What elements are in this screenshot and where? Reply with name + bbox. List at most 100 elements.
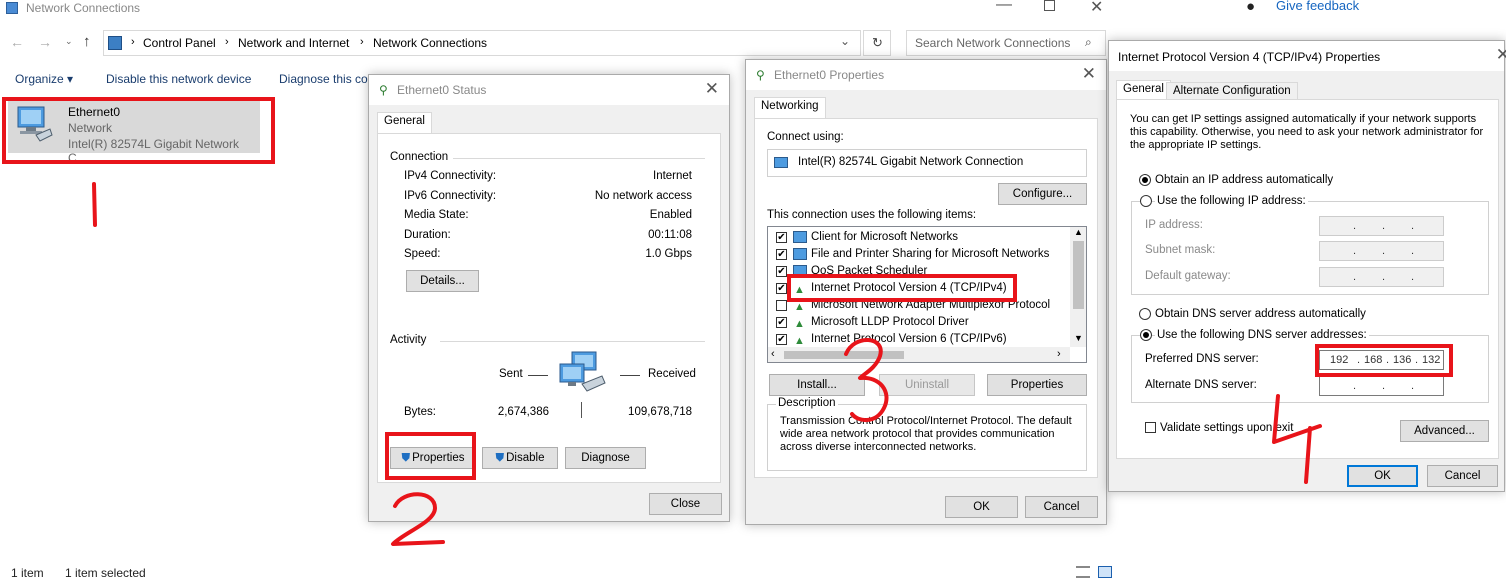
disable-button[interactable]: ⛊ Disable xyxy=(482,447,558,469)
close-icon[interactable]: ✕ xyxy=(705,79,719,99)
status-general-panel: Connection IPv4 Connectivity: Internet I… xyxy=(377,133,721,483)
ok-button[interactable]: OK xyxy=(1347,465,1418,487)
details-button[interactable]: Details... xyxy=(406,270,479,292)
search-input[interactable]: Search Network Connections xyxy=(915,36,1070,50)
vertical-scrollbar[interactable]: ▲ ▼ xyxy=(1070,227,1086,347)
disable-device-button[interactable]: Disable this network device xyxy=(106,72,251,86)
properties-dialog-title: Ethernet0 Properties xyxy=(774,68,885,82)
close-window-button[interactable]: ✕ xyxy=(1090,0,1103,17)
recent-chevron-icon[interactable]: ⌄ xyxy=(65,36,73,47)
subnet-mask-field: ... xyxy=(1319,241,1444,261)
validate-checkbox[interactable] xyxy=(1145,422,1156,433)
give-feedback-link[interactable]: Give feedback xyxy=(1276,0,1359,13)
breadcrumb-network-connections[interactable]: Network Connections xyxy=(373,36,487,50)
close-icon[interactable]: ✕ xyxy=(1496,45,1506,65)
search-box[interactable]: Search Network Connections ⌕ xyxy=(906,30,1106,56)
component-checkbox[interactable]: ✔ xyxy=(776,249,787,260)
sent-label: Sent xyxy=(499,368,523,380)
ipv4-connectivity-value: Internet xyxy=(653,170,692,182)
ip-address-field: ... xyxy=(1319,216,1444,236)
annotation-number-1 xyxy=(92,182,97,227)
breadcrumb-separator-icon: › xyxy=(131,36,135,48)
list-item[interactable]: ✔ ▲ Microsoft LLDP Protocol Driver xyxy=(768,314,1068,331)
scroll-up-icon[interactable]: ▲ xyxy=(1074,227,1083,237)
scroll-left-icon[interactable]: ‹ xyxy=(771,348,775,360)
obtain-dns-radio[interactable] xyxy=(1139,308,1151,320)
use-ip-radio[interactable] xyxy=(1140,195,1152,207)
description-text: Transmission Control Protocol/Internet P… xyxy=(780,415,1072,453)
component-checkbox[interactable]: ✔ xyxy=(776,232,787,243)
duration-value: 00:11:08 xyxy=(648,229,692,241)
tab-alternate-configuration[interactable]: Alternate Configuration xyxy=(1166,82,1298,100)
control-panel-icon xyxy=(108,36,122,50)
connection-header: Connection xyxy=(390,151,449,163)
tab-general[interactable]: General xyxy=(377,112,432,134)
list-item[interactable]: ✔ Client for Microsoft Networks xyxy=(768,229,1068,246)
use-ip-label[interactable]: Use the following IP address: xyxy=(1155,195,1308,207)
obtain-ip-label[interactable]: Obtain an IP address automatically xyxy=(1155,174,1333,186)
horizontal-scrollbar[interactable]: ‹ › xyxy=(768,347,1070,362)
breadcrumb-separator-icon: › xyxy=(225,36,229,48)
annotation-box-dns xyxy=(1315,344,1453,377)
scroll-thumb[interactable] xyxy=(1073,241,1084,309)
address-dropdown-icon[interactable]: ⌄ xyxy=(840,34,850,48)
component-checkbox[interactable]: ✔ xyxy=(776,283,787,294)
tab-networking[interactable]: Networking xyxy=(754,97,826,119)
activity-computers-icon xyxy=(558,350,608,394)
window-icon xyxy=(6,2,18,14)
scroll-right-icon[interactable]: › xyxy=(1057,348,1061,360)
list-item[interactable]: ✔ File and Printer Sharing for Microsoft… xyxy=(768,246,1068,263)
ipv6-connectivity-value: No network access xyxy=(594,190,692,202)
diagnose-button[interactable]: Diagnose xyxy=(565,447,646,469)
component-properties-button[interactable]: Properties xyxy=(987,374,1087,396)
scroll-down-icon[interactable]: ▼ xyxy=(1074,333,1083,343)
maximize-button[interactable] xyxy=(1044,0,1055,11)
client-icon xyxy=(793,231,807,243)
use-dns-label[interactable]: Use the following DNS server addresses: xyxy=(1155,329,1369,341)
back-icon[interactable]: ← xyxy=(10,34,24,50)
list-item[interactable]: ✔ ▲ Internet Protocol Version 6 (TCP/IPv… xyxy=(768,331,1068,348)
default-gateway-label: Default gateway: xyxy=(1145,270,1231,282)
details-view-icon[interactable] xyxy=(1076,566,1090,578)
tab-general[interactable]: General xyxy=(1116,80,1171,100)
address-bar[interactable]: › Control Panel › Network and Internet ›… xyxy=(103,30,861,56)
up-icon[interactable]: ↑ xyxy=(83,33,91,50)
protocol-icon: ▲ xyxy=(794,318,805,330)
component-checkbox[interactable]: ✔ xyxy=(776,266,787,277)
alternate-dns-label: Alternate DNS server: xyxy=(1145,379,1257,391)
component-checkbox[interactable]: ✔ xyxy=(776,334,787,345)
forward-icon[interactable]: → xyxy=(38,34,52,50)
configure-button[interactable]: Configure... xyxy=(998,183,1087,205)
alternate-dns-field[interactable]: ... xyxy=(1319,376,1444,396)
bytes-sent-value: 2,674,386 xyxy=(497,406,549,418)
annotation-number-3 xyxy=(844,338,889,422)
minimize-button[interactable]: — xyxy=(996,0,1012,14)
obtain-ip-radio[interactable] xyxy=(1139,174,1151,186)
close-icon[interactable]: ✕ xyxy=(1082,64,1096,84)
component-checkbox[interactable] xyxy=(776,300,787,311)
breadcrumb-separator-icon: › xyxy=(360,36,364,48)
organize-menu[interactable]: Organize ▾ xyxy=(15,72,73,86)
refresh-button[interactable]: ↻ xyxy=(863,30,891,56)
large-icons-view-icon[interactable] xyxy=(1098,566,1112,578)
use-dns-radio[interactable] xyxy=(1140,329,1152,341)
duration-label: Duration: xyxy=(404,229,451,241)
cancel-button[interactable]: Cancel xyxy=(1025,496,1098,518)
annotation-number-2 xyxy=(391,492,445,546)
breadcrumb-network-internet[interactable]: Network and Internet xyxy=(238,36,349,50)
subnet-mask-label: Subnet mask: xyxy=(1145,244,1216,256)
ip-address-label: IP address: xyxy=(1145,219,1203,231)
annotation-box-ethernet0 xyxy=(2,97,275,164)
static-ip-group: Use the following IP address: IP address… xyxy=(1131,195,1489,295)
breadcrumb-control-panel[interactable]: Control Panel xyxy=(143,36,216,50)
diagnose-connection-button[interactable]: Diagnose this co xyxy=(279,72,368,86)
ok-button[interactable]: OK xyxy=(945,496,1018,518)
shield-icon: ⛊ xyxy=(495,451,505,464)
component-checkbox[interactable]: ✔ xyxy=(776,317,787,328)
description-group: Description Transmission Control Protoco… xyxy=(767,397,1087,471)
close-button[interactable]: Close xyxy=(649,493,722,515)
default-gateway-field: ... xyxy=(1319,267,1444,287)
cancel-button[interactable]: Cancel xyxy=(1427,465,1498,487)
obtain-dns-label[interactable]: Obtain DNS server address automatically xyxy=(1155,308,1366,320)
advanced-button[interactable]: Advanced... xyxy=(1400,420,1489,442)
